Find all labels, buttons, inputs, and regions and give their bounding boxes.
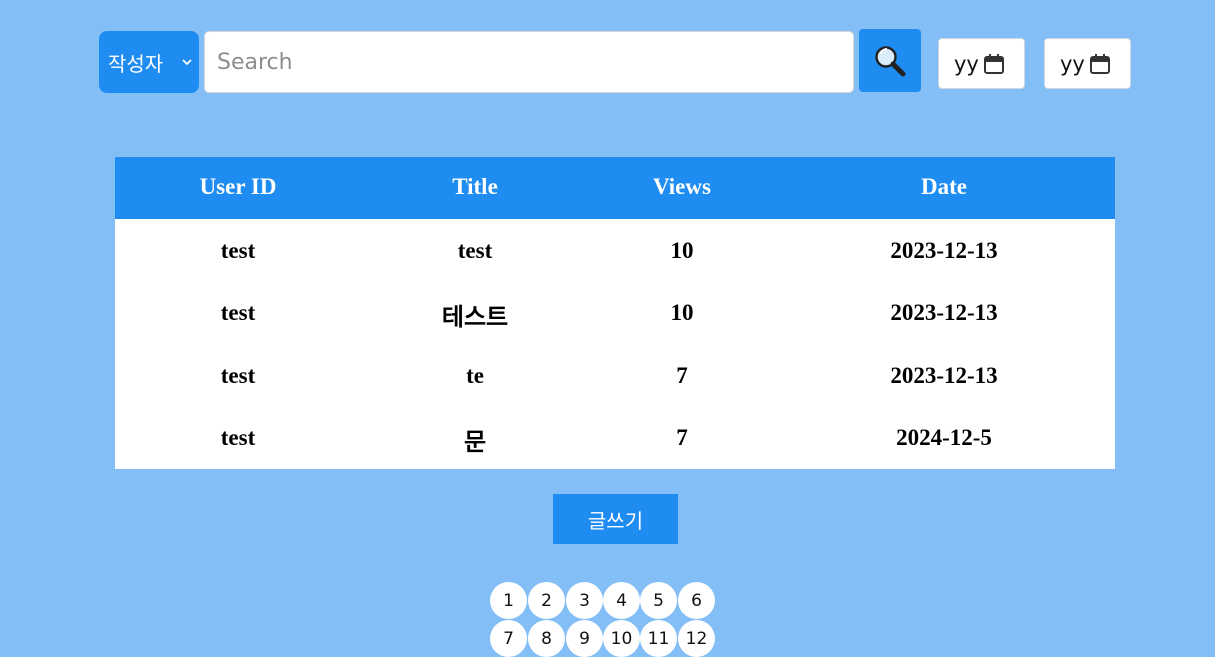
page-button-3[interactable]: 3 bbox=[566, 582, 603, 619]
page-button-2[interactable]: 2 bbox=[528, 582, 565, 619]
page-button-10[interactable]: 10 bbox=[603, 620, 640, 657]
page-button-5[interactable]: 5 bbox=[640, 582, 677, 619]
cell-user-id: test bbox=[220, 425, 256, 450]
cell-views: 10 bbox=[670, 300, 694, 325]
search-input[interactable] bbox=[204, 31, 854, 93]
cell-user-id: test bbox=[220, 363, 256, 388]
date-from-text: yy bbox=[954, 51, 979, 76]
cell-date: 2023-12-13 bbox=[890, 363, 998, 388]
post-table: User ID Title Views Date test test 10 20… bbox=[115, 157, 1115, 469]
page-button-9[interactable]: 9 bbox=[566, 620, 603, 657]
header-title[interactable]: Title bbox=[452, 174, 498, 200]
cell-title[interactable]: te bbox=[466, 363, 484, 389]
page-button-8[interactable]: 8 bbox=[528, 620, 565, 657]
cell-date: 2024-12-5 bbox=[896, 425, 992, 450]
write-post-button[interactable]: 글쓰기 bbox=[553, 494, 678, 544]
date-from-input[interactable]: yy bbox=[938, 38, 1025, 89]
magnifier-icon bbox=[875, 45, 906, 76]
author-filter-select[interactable]: 작성자 bbox=[99, 31, 199, 93]
table-row[interactable]: test test 10 2023-12-13 bbox=[115, 219, 1115, 281]
date-to-text: yy bbox=[1060, 51, 1085, 76]
cell-views: 7 bbox=[676, 425, 688, 450]
calendar-icon[interactable] bbox=[1089, 53, 1111, 75]
search-button[interactable] bbox=[859, 29, 921, 92]
header-date[interactable]: Date bbox=[921, 174, 967, 200]
header-views[interactable]: Views bbox=[653, 174, 711, 200]
page-button-11[interactable]: 11 bbox=[640, 620, 677, 657]
cell-views: 10 bbox=[670, 238, 694, 263]
page-button-12[interactable]: 12 bbox=[678, 620, 715, 657]
cell-title[interactable]: 문 bbox=[464, 422, 486, 457]
chevron-down-icon bbox=[182, 59, 192, 66]
page-button-4[interactable]: 4 bbox=[603, 582, 640, 619]
table-row[interactable]: test 문 7 2024-12-5 bbox=[115, 406, 1115, 468]
page-button-7[interactable]: 7 bbox=[490, 620, 527, 657]
calendar-icon[interactable] bbox=[983, 53, 1005, 75]
date-to-input[interactable]: yy bbox=[1044, 38, 1131, 89]
cell-title[interactable]: 테스트 bbox=[442, 297, 508, 332]
cell-views: 7 bbox=[676, 363, 688, 388]
page-button-6[interactable]: 6 bbox=[678, 582, 715, 619]
cell-user-id: test bbox=[220, 300, 256, 325]
page-button-1[interactable]: 1 bbox=[490, 582, 527, 619]
header-user-id[interactable]: User ID bbox=[200, 174, 277, 200]
cell-title[interactable]: test bbox=[458, 238, 492, 264]
table-row[interactable]: test 테스트 10 2023-12-13 bbox=[115, 281, 1115, 343]
cell-date: 2023-12-13 bbox=[890, 238, 998, 263]
cell-date: 2023-12-13 bbox=[890, 300, 998, 325]
cell-user-id: test bbox=[220, 238, 256, 263]
filter-select-label: 작성자 bbox=[108, 51, 164, 76]
table-header: User ID Title Views Date bbox=[115, 157, 1115, 219]
table-row[interactable]: test te 7 2023-12-13 bbox=[115, 344, 1115, 406]
